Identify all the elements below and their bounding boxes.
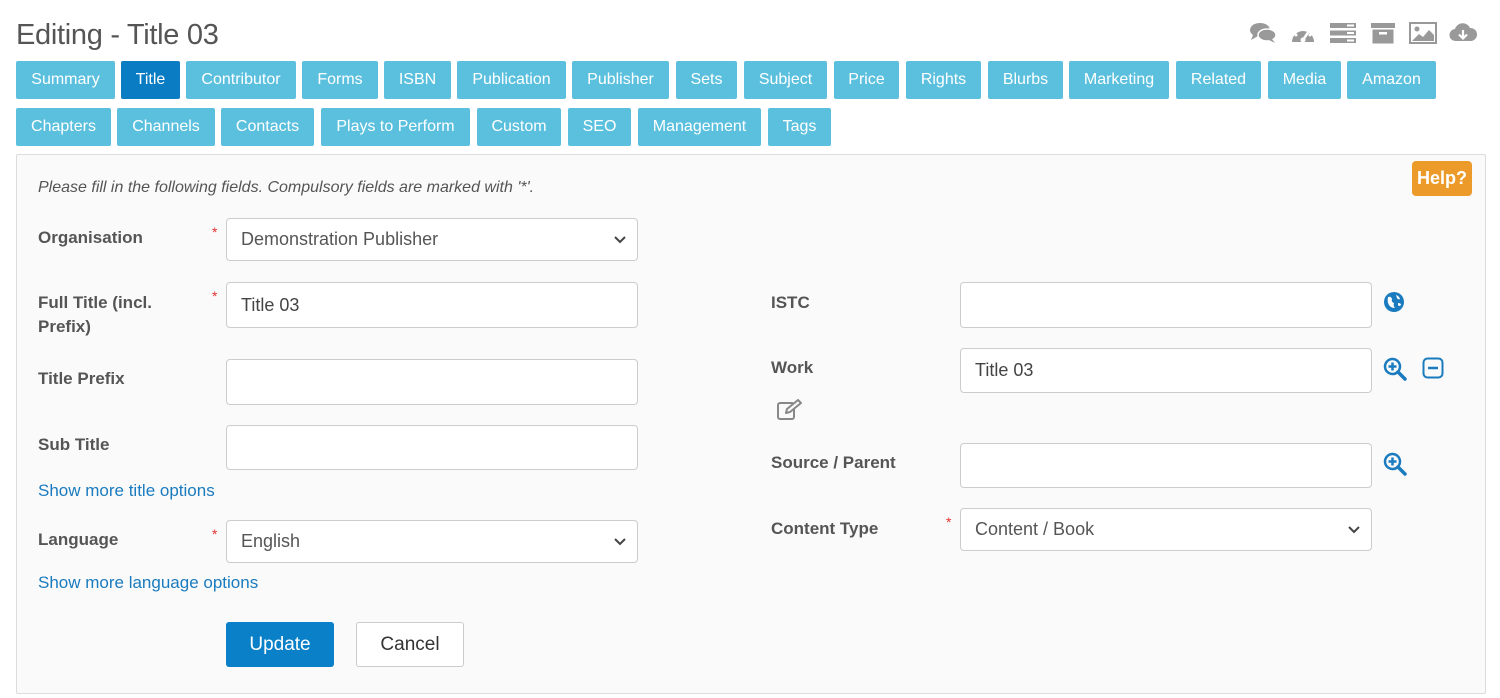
full-title-input[interactable]: Title 03 — [226, 282, 638, 328]
language-label: Language — [38, 530, 119, 549]
organisation-value: Demonstration Publisher — [241, 229, 439, 249]
collapse-icon[interactable] — [1422, 357, 1444, 379]
chevron-down-icon — [614, 537, 626, 545]
sub-title-label: Sub Title — [38, 435, 110, 454]
tab-amazon[interactable]: Amazon — [1347, 61, 1436, 99]
dashboard-icon[interactable] — [1288, 20, 1318, 46]
sub-title-input[interactable] — [226, 425, 638, 470]
tab-media[interactable]: Media — [1268, 61, 1341, 99]
language-value: English — [241, 531, 301, 551]
page-title: Editing - Title 03 — [16, 19, 219, 51]
title-prefix-input[interactable] — [226, 359, 638, 405]
tab-contacts[interactable]: Contacts — [221, 108, 314, 146]
full-title-label: Full Title (incl. Prefix) — [38, 293, 152, 336]
work-value: Title 03 — [975, 360, 1034, 380]
header-toolbar — [1248, 20, 1488, 46]
archive-icon[interactable] — [1368, 20, 1398, 46]
required-marker: * — [212, 224, 218, 240]
tab-tags[interactable]: Tags — [768, 108, 831, 146]
show-more-language-options-link[interactable]: Show more language options — [38, 573, 258, 593]
istc-input[interactable] — [960, 282, 1372, 328]
tab-publication[interactable]: Publication — [457, 61, 566, 99]
source-parent-input[interactable] — [960, 443, 1372, 488]
content-type-value: Content / Book — [975, 519, 1095, 539]
show-more-title-options-link[interactable]: Show more title options — [38, 481, 215, 501]
chat-icon[interactable] — [1248, 20, 1278, 46]
cloud-download-icon[interactable] — [1448, 20, 1478, 46]
tab-rights[interactable]: Rights — [906, 61, 981, 99]
zoom-in-icon[interactable] — [1383, 452, 1407, 476]
help-button[interactable]: Help? — [1412, 161, 1472, 196]
tab-publisher[interactable]: Publisher — [572, 61, 669, 99]
content-type-select[interactable]: Content / Book — [960, 508, 1372, 551]
tab-blurbs[interactable]: Blurbs — [988, 61, 1063, 99]
required-marker: * — [212, 526, 218, 542]
istc-label: ISTC — [771, 293, 810, 312]
tab-summary[interactable]: Summary — [16, 61, 115, 99]
tab-seo[interactable]: SEO — [568, 108, 631, 146]
server-icon[interactable] — [1328, 20, 1358, 46]
tab-title[interactable]: Title — [121, 61, 180, 99]
organisation-select[interactable]: Demonstration Publisher — [226, 218, 638, 261]
edit-icon[interactable] — [776, 398, 804, 422]
work-label: Work — [771, 358, 814, 377]
tab-related[interactable]: Related — [1176, 61, 1261, 99]
form-instructions: Please fill in the following fields. Com… — [38, 179, 535, 196]
required-marker: * — [946, 514, 952, 530]
chevron-down-icon — [1348, 525, 1360, 533]
source-parent-label: Source / Parent — [771, 453, 896, 472]
tab-marketing[interactable]: Marketing — [1069, 61, 1169, 99]
cancel-button[interactable]: Cancel — [356, 622, 464, 667]
title-prefix-label: Title Prefix — [38, 369, 125, 388]
globe-icon[interactable] — [1383, 291, 1405, 313]
organisation-label: Organisation — [38, 228, 143, 247]
tab-contributor[interactable]: Contributor — [186, 61, 296, 99]
tab-subject[interactable]: Subject — [744, 61, 827, 99]
tab-sets[interactable]: Sets — [676, 61, 737, 99]
content-type-label: Content Type — [771, 519, 879, 538]
full-title-value: Title 03 — [241, 294, 300, 315]
update-button[interactable]: Update — [226, 622, 334, 667]
tab-price[interactable]: Price — [834, 61, 899, 99]
chevron-down-icon — [614, 235, 626, 243]
tab-isbn[interactable]: ISBN — [384, 61, 451, 99]
image-icon[interactable] — [1408, 20, 1438, 46]
tab-custom[interactable]: Custom — [477, 108, 561, 146]
tab-chapters[interactable]: Chapters — [16, 108, 111, 146]
language-select[interactable]: English — [226, 520, 638, 563]
zoom-in-icon[interactable] — [1383, 357, 1407, 381]
required-marker: * — [212, 288, 218, 304]
tab-channels[interactable]: Channels — [117, 108, 215, 146]
tab-plays-to-perform[interactable]: Plays to Perform — [321, 108, 470, 146]
work-input[interactable]: Title 03 — [960, 348, 1372, 393]
tab-management[interactable]: Management — [638, 108, 761, 146]
tab-forms[interactable]: Forms — [302, 61, 378, 99]
